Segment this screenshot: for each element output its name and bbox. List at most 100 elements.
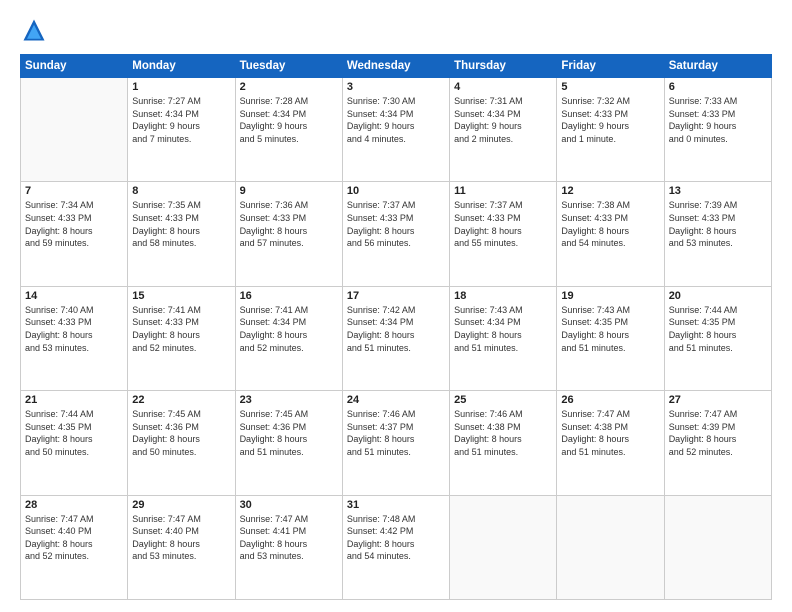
calendar-cell: 4 Sunrise: 7:31 AM Sunset: 4:34 PM Daylig… [450, 78, 557, 182]
calendar-cell: 31 Sunrise: 7:48 AM Sunset: 4:42 PM Dayli… [342, 495, 449, 599]
day-info: Sunrise: 7:31 AM Sunset: 4:34 PM Dayligh… [454, 95, 552, 145]
day-number: 12 [561, 185, 659, 197]
day-number: 8 [132, 185, 230, 197]
day-number: 26 [561, 394, 659, 406]
weekday-header-thursday: Thursday [450, 55, 557, 78]
day-number: 23 [240, 394, 338, 406]
calendar-week-3: 21 Sunrise: 7:44 AM Sunset: 4:35 PM Dayli… [21, 391, 772, 495]
calendar-table: SundayMondayTuesdayWednesdayThursdayFrid… [20, 54, 772, 600]
day-info: Sunrise: 7:37 AM Sunset: 4:33 PM Dayligh… [454, 199, 552, 249]
day-number: 25 [454, 394, 552, 406]
day-number: 30 [240, 499, 338, 511]
day-info: Sunrise: 7:47 AM Sunset: 4:40 PM Dayligh… [25, 513, 123, 563]
day-number: 6 [669, 81, 767, 93]
calendar-cell: 22 Sunrise: 7:45 AM Sunset: 4:36 PM Dayli… [128, 391, 235, 495]
day-info: Sunrise: 7:47 AM Sunset: 4:40 PM Dayligh… [132, 513, 230, 563]
calendar-cell [557, 495, 664, 599]
calendar-cell: 15 Sunrise: 7:41 AM Sunset: 4:33 PM Dayli… [128, 286, 235, 390]
calendar-cell: 16 Sunrise: 7:41 AM Sunset: 4:34 PM Dayli… [235, 286, 342, 390]
day-number: 28 [25, 499, 123, 511]
day-number: 9 [240, 185, 338, 197]
day-number: 3 [347, 81, 445, 93]
calendar-cell: 18 Sunrise: 7:43 AM Sunset: 4:34 PM Dayli… [450, 286, 557, 390]
day-info: Sunrise: 7:27 AM Sunset: 4:34 PM Dayligh… [132, 95, 230, 145]
day-number: 15 [132, 290, 230, 302]
day-number: 18 [454, 290, 552, 302]
day-number: 20 [669, 290, 767, 302]
day-number: 29 [132, 499, 230, 511]
calendar-cell: 13 Sunrise: 7:39 AM Sunset: 4:33 PM Dayli… [664, 182, 771, 286]
calendar-cell [664, 495, 771, 599]
weekday-header-wednesday: Wednesday [342, 55, 449, 78]
day-info: Sunrise: 7:43 AM Sunset: 4:34 PM Dayligh… [454, 304, 552, 354]
day-number: 21 [25, 394, 123, 406]
day-info: Sunrise: 7:44 AM Sunset: 4:35 PM Dayligh… [669, 304, 767, 354]
day-number: 4 [454, 81, 552, 93]
calendar-cell: 11Sunrise: 7:37 AM Sunset: 4:33 PM Dayli… [450, 182, 557, 286]
day-info: Sunrise: 7:32 AM Sunset: 4:33 PM Dayligh… [561, 95, 659, 145]
weekday-header-monday: Monday [128, 55, 235, 78]
day-info: Sunrise: 7:47 AM Sunset: 4:38 PM Dayligh… [561, 408, 659, 458]
day-info: Sunrise: 7:45 AM Sunset: 4:36 PM Dayligh… [240, 408, 338, 458]
calendar-cell: 24 Sunrise: 7:46 AM Sunset: 4:37 PM Dayli… [342, 391, 449, 495]
day-number: 27 [669, 394, 767, 406]
header [20, 16, 772, 44]
calendar-cell: 2 Sunrise: 7:28 AM Sunset: 4:34 PM Daylig… [235, 78, 342, 182]
calendar-cell: 21 Sunrise: 7:44 AM Sunset: 4:35 PM Dayli… [21, 391, 128, 495]
calendar-cell: 9 Sunrise: 7:36 AM Sunset: 4:33 PM Daylig… [235, 182, 342, 286]
calendar-week-1: 7 Sunrise: 7:34 AM Sunset: 4:33 PM Daylig… [21, 182, 772, 286]
calendar-cell: 26 Sunrise: 7:47 AM Sunset: 4:38 PM Dayli… [557, 391, 664, 495]
calendar-week-0: 1 Sunrise: 7:27 AM Sunset: 4:34 PM Daylig… [21, 78, 772, 182]
day-number: 7 [25, 185, 123, 197]
weekday-header-sunday: Sunday [21, 55, 128, 78]
header-row: SundayMondayTuesdayWednesdayThursdayFrid… [21, 55, 772, 78]
day-number: 22 [132, 394, 230, 406]
day-number: 24 [347, 394, 445, 406]
calendar-cell: 23 Sunrise: 7:45 AM Sunset: 4:36 PM Dayli… [235, 391, 342, 495]
calendar-cell: 10 Sunrise: 7:37 AM Sunset: 4:33 PM Dayli… [342, 182, 449, 286]
logo [20, 16, 52, 44]
day-number: 19 [561, 290, 659, 302]
calendar-cell: 14Sunrise: 7:40 AM Sunset: 4:33 PM Dayli… [21, 286, 128, 390]
day-info: Sunrise: 7:48 AM Sunset: 4:42 PM Dayligh… [347, 513, 445, 563]
day-info: Sunrise: 7:37 AM Sunset: 4:33 PM Dayligh… [347, 199, 445, 249]
logo-icon [20, 16, 48, 44]
day-info: Sunrise: 7:40 AM Sunset: 4:33 PM Dayligh… [25, 304, 123, 354]
day-number: 31 [347, 499, 445, 511]
calendar-cell: 29 Sunrise: 7:47 AM Sunset: 4:40 PM Dayli… [128, 495, 235, 599]
day-info: Sunrise: 7:46 AM Sunset: 4:38 PM Dayligh… [454, 408, 552, 458]
calendar-cell: 27Sunrise: 7:47 AM Sunset: 4:39 PM Dayli… [664, 391, 771, 495]
day-info: Sunrise: 7:30 AM Sunset: 4:34 PM Dayligh… [347, 95, 445, 145]
weekday-header-friday: Friday [557, 55, 664, 78]
day-info: Sunrise: 7:28 AM Sunset: 4:34 PM Dayligh… [240, 95, 338, 145]
day-info: Sunrise: 7:41 AM Sunset: 4:33 PM Dayligh… [132, 304, 230, 354]
calendar-cell: 17Sunrise: 7:42 AM Sunset: 4:34 PM Dayli… [342, 286, 449, 390]
calendar-week-2: 14Sunrise: 7:40 AM Sunset: 4:33 PM Dayli… [21, 286, 772, 390]
day-number: 16 [240, 290, 338, 302]
day-info: Sunrise: 7:46 AM Sunset: 4:37 PM Dayligh… [347, 408, 445, 458]
day-info: Sunrise: 7:34 AM Sunset: 4:33 PM Dayligh… [25, 199, 123, 249]
day-info: Sunrise: 7:41 AM Sunset: 4:34 PM Dayligh… [240, 304, 338, 354]
day-number: 17 [347, 290, 445, 302]
calendar-cell: 30Sunrise: 7:47 AM Sunset: 4:41 PM Dayli… [235, 495, 342, 599]
day-info: Sunrise: 7:39 AM Sunset: 4:33 PM Dayligh… [669, 199, 767, 249]
day-info: Sunrise: 7:36 AM Sunset: 4:33 PM Dayligh… [240, 199, 338, 249]
weekday-header-tuesday: Tuesday [235, 55, 342, 78]
day-info: Sunrise: 7:38 AM Sunset: 4:33 PM Dayligh… [561, 199, 659, 249]
day-number: 2 [240, 81, 338, 93]
calendar-cell: 19Sunrise: 7:43 AM Sunset: 4:35 PM Dayli… [557, 286, 664, 390]
day-info: Sunrise: 7:44 AM Sunset: 4:35 PM Dayligh… [25, 408, 123, 458]
calendar-cell: 1 Sunrise: 7:27 AM Sunset: 4:34 PM Daylig… [128, 78, 235, 182]
calendar-week-4: 28 Sunrise: 7:47 AM Sunset: 4:40 PM Dayli… [21, 495, 772, 599]
calendar-cell: 8Sunrise: 7:35 AM Sunset: 4:33 PM Daylig… [128, 182, 235, 286]
calendar-cell: 7 Sunrise: 7:34 AM Sunset: 4:33 PM Daylig… [21, 182, 128, 286]
day-number: 10 [347, 185, 445, 197]
day-number: 1 [132, 81, 230, 93]
day-number: 13 [669, 185, 767, 197]
calendar-cell [450, 495, 557, 599]
page: SundayMondayTuesdayWednesdayThursdayFrid… [0, 0, 792, 612]
day-info: Sunrise: 7:45 AM Sunset: 4:36 PM Dayligh… [132, 408, 230, 458]
day-info: Sunrise: 7:33 AM Sunset: 4:33 PM Dayligh… [669, 95, 767, 145]
calendar-cell: 5Sunrise: 7:32 AM Sunset: 4:33 PM Daylig… [557, 78, 664, 182]
calendar-cell: 28 Sunrise: 7:47 AM Sunset: 4:40 PM Dayli… [21, 495, 128, 599]
